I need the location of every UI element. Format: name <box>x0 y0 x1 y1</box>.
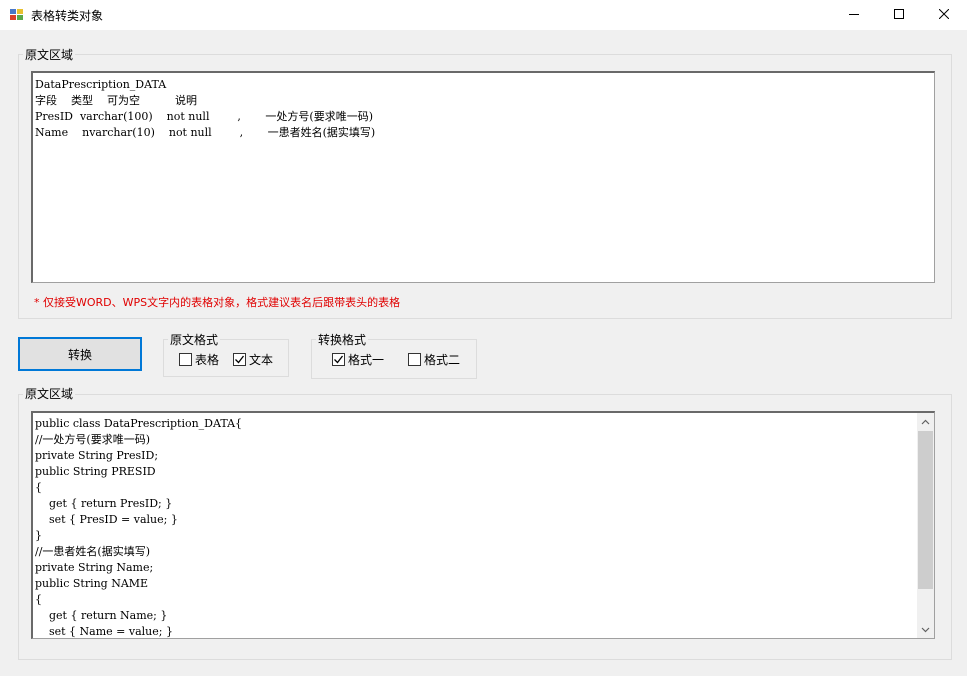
output-group-label: 原文区域 <box>23 385 76 402</box>
checkbox-format-two[interactable]: 格式二 <box>408 351 460 368</box>
minimize-button[interactable] <box>831 0 877 30</box>
checkbox-format-one-label: 格式一 <box>348 353 385 367</box>
checkbox-text-label: 文本 <box>249 353 274 367</box>
checkbox-table-label: 表格 <box>195 353 220 367</box>
source-format-label: 原文格式 <box>168 331 221 348</box>
checkbox-format-two-label: 格式二 <box>424 353 461 367</box>
minimize-icon <box>849 8 859 22</box>
close-button[interactable] <box>921 0 967 30</box>
close-icon <box>938 8 950 22</box>
checkbox-format-one[interactable]: 格式一 <box>332 351 384 368</box>
scroll-up-arrow-icon[interactable] <box>917 413 934 430</box>
checkbox-format-two-box[interactable] <box>408 353 421 366</box>
checkbox-text[interactable]: 文本 <box>233 351 273 368</box>
convert-button-label: 转换 <box>67 347 92 362</box>
convert-format-label: 转换格式 <box>316 331 369 348</box>
checkbox-table[interactable]: 表格 <box>179 351 219 368</box>
scroll-down-arrow-icon[interactable] <box>917 621 934 638</box>
app-table-icon <box>9 7 25 23</box>
output-textarea[interactable]: public class DataPrescription_DATA{ //一处… <box>31 411 935 639</box>
convert-button[interactable]: 转换 <box>18 337 142 371</box>
checkbox-text-box[interactable] <box>233 353 246 366</box>
checkmark-icon <box>235 355 245 364</box>
vertical-scrollbar[interactable] <box>917 413 934 638</box>
source-textarea[interactable]: DataPrescription_DATA 字段 类型 可为空 说明 PresI… <box>31 71 935 283</box>
source-text: DataPrescription_DATA 字段 类型 可为空 说明 PresI… <box>35 78 376 139</box>
output-text: public class DataPrescription_DATA{ //一处… <box>35 417 243 638</box>
source-group-label: 原文区域 <box>23 46 76 63</box>
checkmark-icon <box>334 355 344 364</box>
format-hint: * 仅接受WORD、WPS文字内的表格对象，格式建议表名后跟带表头的表格 <box>34 296 401 309</box>
checkbox-table-box[interactable] <box>179 353 192 366</box>
maximize-button[interactable] <box>876 0 922 30</box>
maximize-icon <box>894 8 904 22</box>
window-title: 表格转类对象 <box>31 9 104 23</box>
scrollbar-thumb[interactable] <box>918 431 933 589</box>
checkbox-format-one-box[interactable] <box>332 353 345 366</box>
title-bar[interactable]: 表格转类对象 <box>0 0 967 30</box>
